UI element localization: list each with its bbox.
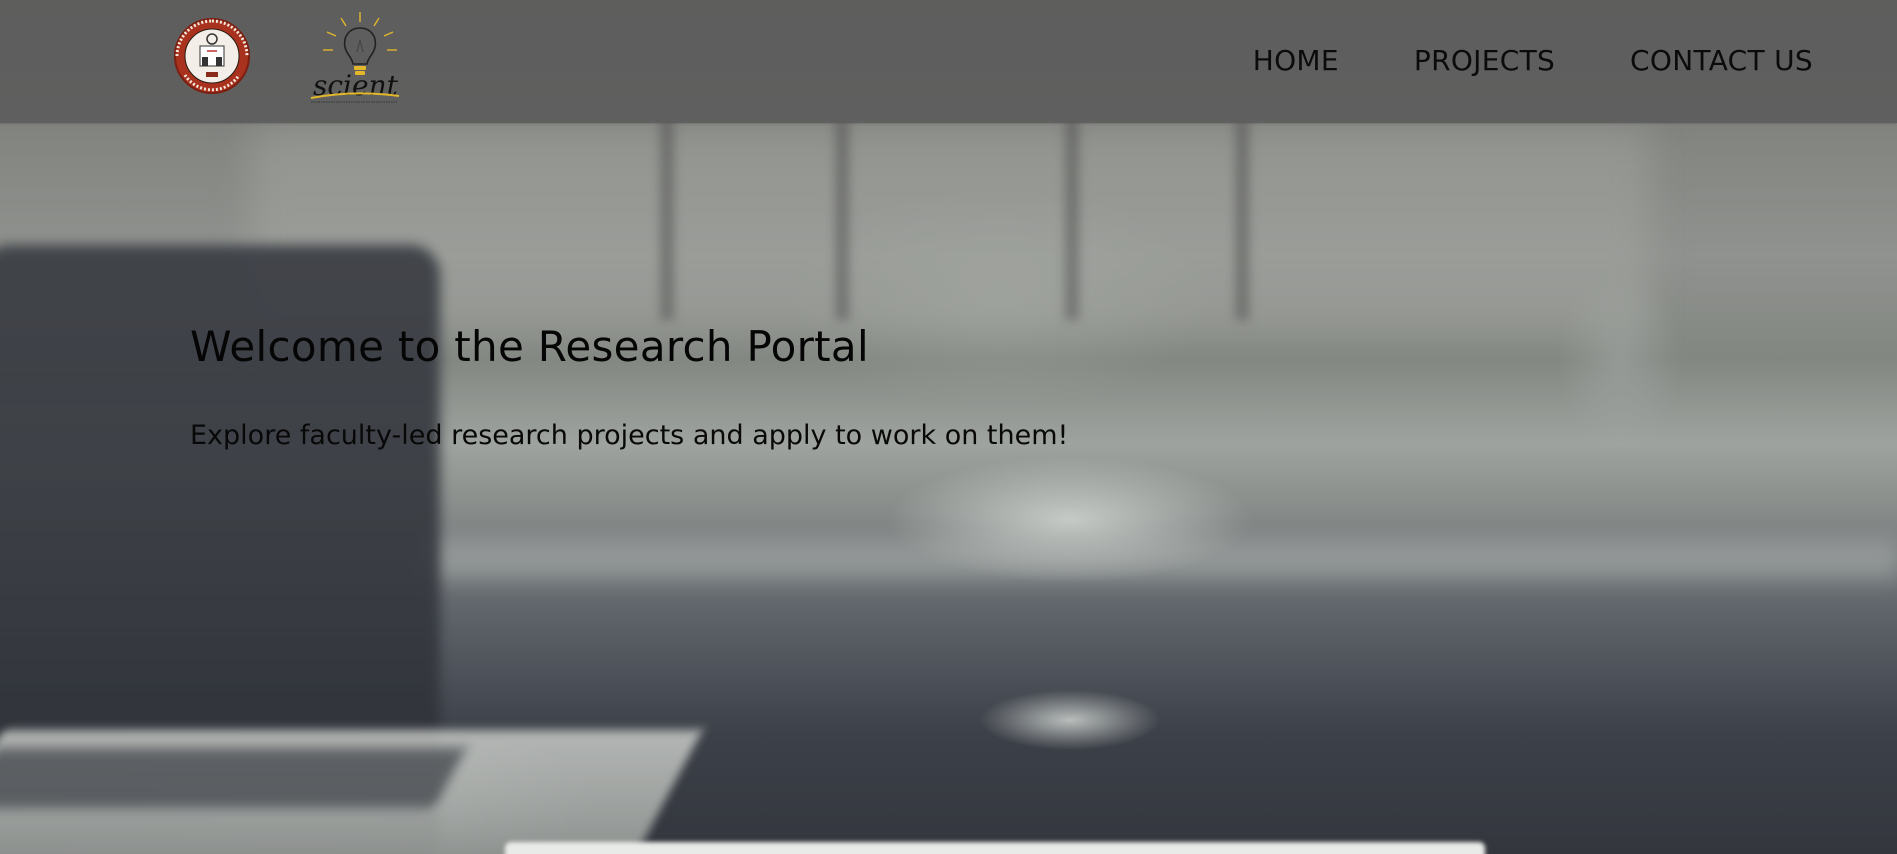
nit-seal-icon[interactable] xyxy=(173,17,251,95)
nav-projects-link[interactable]: PROJECTS xyxy=(1414,42,1555,80)
research-portal-page: scient HOME PROJECTS CONTACT US Welcome … xyxy=(0,0,1897,854)
nav-contact-link[interactable]: CONTACT US xyxy=(1630,42,1813,80)
hero-subtitle: Explore faculty-led research projects an… xyxy=(190,420,1069,451)
hero-title: Welcome to the Research Portal xyxy=(190,322,869,371)
site-header: scient HOME PROJECTS CONTACT US xyxy=(0,0,1897,123)
scient-bulb-logo-icon[interactable]: scient xyxy=(305,10,405,106)
scient-wordmark: scient xyxy=(313,69,399,102)
nav-home-link[interactable]: HOME xyxy=(1253,42,1339,80)
main-nav: HOME PROJECTS CONTACT US xyxy=(1178,42,1813,80)
